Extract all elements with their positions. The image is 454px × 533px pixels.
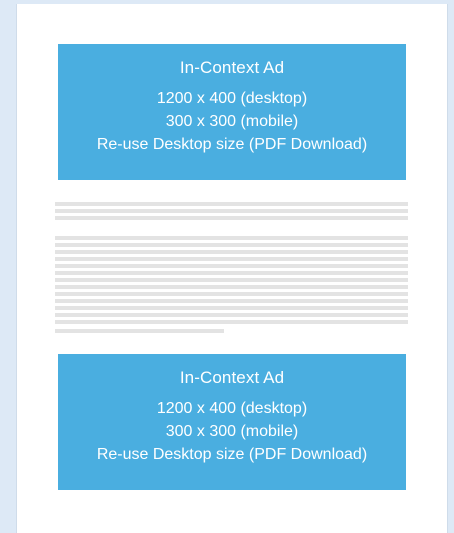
ad-title: In-Context Ad — [179, 58, 285, 77]
ad-size-pdf: Re-use Desktop size (PDF Download) — [96, 446, 368, 463]
ad-size-desktop: 1200 x 400 (desktop) — [156, 90, 308, 107]
text-line-placeholder — [55, 285, 408, 289]
text-line-placeholder — [55, 209, 408, 213]
text-line-placeholder — [55, 271, 408, 275]
text-line-placeholder — [55, 202, 408, 206]
text-line-placeholder — [55, 243, 408, 247]
text-line-placeholder — [55, 250, 408, 254]
text-line-placeholder — [55, 320, 408, 324]
page-canvas: In-Context Ad 1200 x 400 (desktop) 300 x… — [16, 4, 448, 533]
text-line-placeholder — [55, 306, 408, 310]
text-line-placeholder — [55, 329, 224, 333]
in-context-ad-top[interactable]: In-Context Ad 1200 x 400 (desktop) 300 x… — [58, 44, 406, 180]
ad-title: In-Context Ad — [179, 368, 285, 387]
text-line-placeholder — [55, 236, 408, 240]
text-line-placeholder — [55, 216, 408, 220]
text-line-placeholder — [55, 264, 408, 268]
in-context-ad-bottom[interactable]: In-Context Ad 1200 x 400 (desktop) 300 x… — [58, 354, 406, 490]
text-line-placeholder — [55, 257, 408, 261]
text-line-placeholder — [55, 278, 408, 282]
text-line-placeholder — [55, 292, 408, 296]
text-line-placeholder — [55, 299, 408, 303]
ad-size-desktop: 1200 x 400 (desktop) — [156, 400, 308, 417]
ad-size-pdf: Re-use Desktop size (PDF Download) — [96, 136, 368, 153]
ad-size-mobile: 300 x 300 (mobile) — [165, 423, 299, 440]
text-line-placeholder — [55, 313, 408, 317]
ad-size-mobile: 300 x 300 (mobile) — [165, 113, 299, 130]
